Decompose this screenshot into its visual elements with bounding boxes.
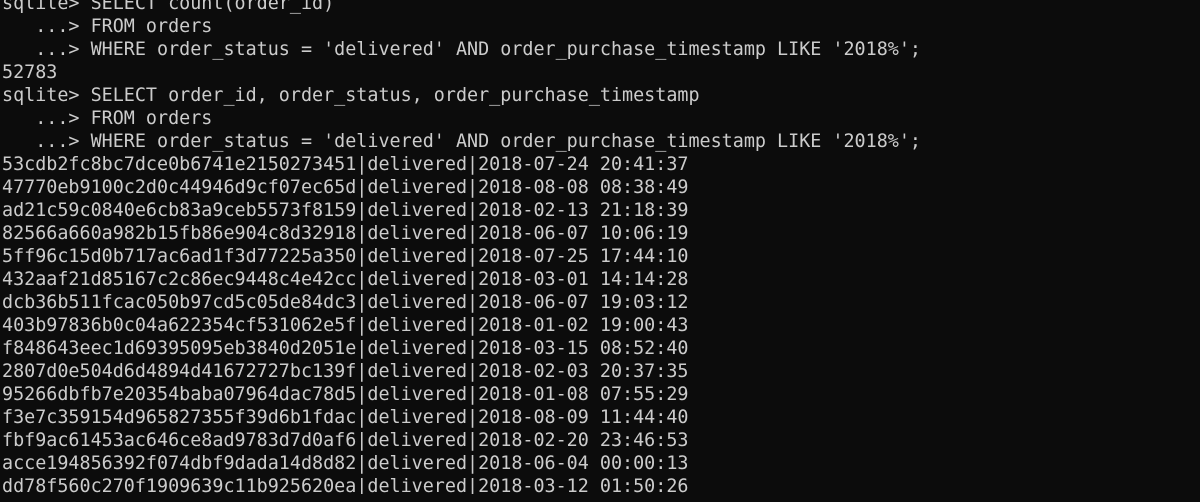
terminal-line: 2807d0e504d6d4894d41672727bc139f|deliver…	[2, 361, 689, 382]
terminal-output[interactable]: sqlite> SELECT count(order_id) ...> FROM…	[0, 0, 1200, 494]
terminal-line: f3e7c359154d965827355f39d6b1fdac|deliver…	[2, 407, 689, 428]
terminal-line: ...> WHERE order_status = 'delivered' AN…	[2, 131, 921, 152]
terminal-line: fbf9ac61453ac646ce8ad9783d7d0af6|deliver…	[2, 430, 689, 451]
terminal-line: dcb36b511fcac050b97cd5c05de84dc3|deliver…	[2, 292, 689, 313]
terminal-line: 47770eb9100c2d0c44946d9cf07ec65d|deliver…	[2, 177, 689, 198]
terminal-line: 53cdb2fc8bc7dce0b6741e2150273451|deliver…	[2, 154, 689, 175]
terminal-line: 52783	[2, 62, 58, 83]
terminal-line: ad21c59c0840e6cb83a9ceb5573f8159|deliver…	[2, 200, 689, 221]
terminal-line: ...> WHERE order_status = 'delivered' AN…	[2, 39, 921, 60]
terminal-line: dd78f560c270f1909639c11b925620ea|deliver…	[2, 476, 689, 494]
terminal-line: ...> FROM orders	[2, 16, 213, 37]
terminal-line: sqlite> SELECT count(order_id)	[2, 0, 335, 14]
terminal-line: 403b97836b0c04a622354cf531062e5f|deliver…	[2, 315, 689, 336]
terminal-line: acce194856392f074dbf9dada14d8d82|deliver…	[2, 453, 689, 474]
terminal-line: f848643eec1d69395095eb3840d2051e|deliver…	[2, 338, 689, 359]
terminal-line: ...> FROM orders	[2, 108, 213, 129]
terminal-line: 95266dbfb7e20354baba07964dac78d5|deliver…	[2, 384, 689, 405]
terminal-line: 5ff96c15d0b717ac6ad1f3d77225a350|deliver…	[2, 246, 689, 267]
terminal-line: sqlite> SELECT order_id, order_status, o…	[2, 85, 700, 106]
terminal-line: 432aaf21d85167c2c86ec9448c4e42cc|deliver…	[2, 269, 689, 290]
terminal-line: 82566a660a982b15fb86e904c8d32918|deliver…	[2, 223, 689, 244]
